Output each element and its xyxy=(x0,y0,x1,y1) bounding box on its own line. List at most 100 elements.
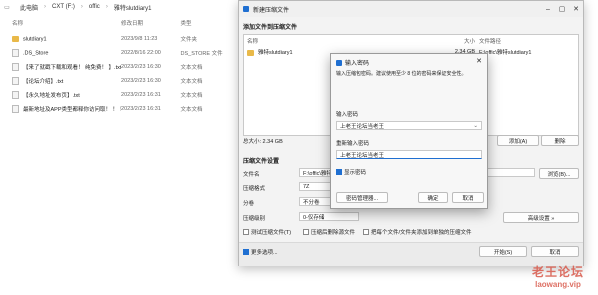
chevron-down-icon[interactable]: ⌄ xyxy=(473,123,478,129)
split-select[interactable]: 不分卷 xyxy=(299,197,333,206)
column-type[interactable]: 类型 xyxy=(181,19,240,29)
checkbox-label: 测试压缩文件(T) xyxy=(251,230,292,236)
file-row[interactable]: 最新地址及APP类型都释你访问取！ ！ ！ 2023/2/23 16:31 文本文档 xyxy=(0,103,240,115)
file-name: slutdiary1 xyxy=(23,36,47,43)
file-row[interactable]: .DS_Store 2022/8/16 22:00 DS_STORE 文件 xyxy=(0,47,240,59)
file-date: 2023/2/23 16:31 xyxy=(121,92,161,98)
file-list-header: 名称 修改日期 类型 xyxy=(0,19,240,29)
monitor-icon: ▭ xyxy=(4,4,10,11)
file-icon xyxy=(12,105,19,114)
checkbox-label: 压缩后删除源文件 xyxy=(311,230,356,236)
file-type: 文本文档 xyxy=(180,65,203,71)
minimize-icon[interactable]: – xyxy=(541,6,555,13)
list-header-name: 名称 xyxy=(247,39,259,45)
delete-button[interactable]: 删除 xyxy=(541,135,579,146)
archive-title-bar: 新建压缩文件 – ▢ ✕ xyxy=(239,1,583,17)
start-button[interactable]: 开始(S) xyxy=(479,246,527,257)
folder-icon xyxy=(12,35,19,42)
file-type: 文件夹 xyxy=(180,37,198,43)
list-header-path: 文件路径 xyxy=(479,39,502,45)
delete-source-checkbox[interactable]: 压缩后删除源文件 xyxy=(303,228,355,236)
total-size: 总大小: 2.34 GB xyxy=(243,139,283,145)
checkbox-box xyxy=(336,169,342,175)
file-row[interactable]: 【永久地址发布页】.txt 2023/2/23 16:31 文本文档 xyxy=(0,89,240,101)
show-password-checkbox[interactable]: 显示密码 xyxy=(336,168,366,176)
folder-icon xyxy=(247,49,254,56)
advanced-settings-button[interactable]: 高级设置 » xyxy=(503,212,579,223)
list-header-size: 大小 xyxy=(463,39,475,45)
app-icon xyxy=(336,59,342,66)
checkbox-box xyxy=(243,249,249,255)
file-date: 2023/2/23 16:30 xyxy=(121,78,161,84)
watermark-url: laowang.vip xyxy=(535,280,581,289)
split-label: 分卷 xyxy=(243,201,255,207)
password-manager-button[interactable]: 密码管理器... xyxy=(336,192,388,203)
file-icon xyxy=(12,63,19,72)
checkbox-label: 把每个文件/文件夹添加到单独的压缩文件 xyxy=(371,230,472,236)
password-cancel-button[interactable]: 取消 xyxy=(452,192,484,203)
breadcrumb-this-pc[interactable]: 此电脑 xyxy=(20,3,38,12)
chevron-right-icon: › xyxy=(80,4,83,10)
archive-cancel-button[interactable]: 取消 xyxy=(531,246,579,257)
password-dialog: 输入密码 ✕ 输入压缩包密码。建议使用至少 8 位的密码来保证安全性。 输入密码… xyxy=(330,53,488,209)
level-select[interactable]: 0-仅存储 xyxy=(299,212,359,221)
file-name: 【论坛介绍】.txt xyxy=(23,78,64,85)
column-name[interactable]: 名称 xyxy=(0,19,121,29)
level-label: 压缩级别 xyxy=(243,216,266,222)
file-row[interactable]: 【来了就戳下载和观看！ 纯免费！ 】.txt 2023/2/23 16:30 文本文… xyxy=(0,61,240,73)
file-icon xyxy=(12,49,19,57)
file-row[interactable]: 【论坛介绍】.txt 2023/2/23 16:30 文本文档 xyxy=(0,75,240,87)
close-icon[interactable]: ✕ xyxy=(569,5,583,13)
file-date: 2023/2/23 16:31 xyxy=(121,106,161,112)
file-name: .DS_Store xyxy=(23,50,49,57)
maximize-icon[interactable]: ▢ xyxy=(555,5,569,13)
column-date[interactable]: 修改日期 xyxy=(121,19,180,29)
archive-title: 新建压缩文件 xyxy=(253,7,290,14)
close-icon[interactable]: ✕ xyxy=(476,57,482,65)
password-title-bar: 输入密码 xyxy=(336,58,369,67)
file-type: 文本文档 xyxy=(180,79,203,85)
file-name: 【来了就戳下载和观看！ 纯免费！ 】.txt xyxy=(23,64,122,71)
file-icon xyxy=(12,77,19,86)
breadcrumb-current[interactable]: 雅特slutdiary1 xyxy=(114,3,152,12)
enter-password-input[interactable]: 上老王论坛当老王 ⌄ xyxy=(336,121,482,130)
separate-archives-checkbox[interactable]: 把每个文件/文件夹添加到单独的压缩文件 xyxy=(363,228,472,236)
settings-heading: 压缩文件设置 xyxy=(243,159,280,165)
file-icon xyxy=(12,91,19,100)
file-type: 文本文档 xyxy=(180,107,203,113)
browse-button[interactable]: 浏览(B)... xyxy=(539,168,579,179)
app-icon xyxy=(243,6,249,12)
ok-button[interactable]: 确定 xyxy=(418,192,448,203)
file-date: 2023/9/8 11:23 xyxy=(121,36,158,42)
format-select[interactable]: 7Z xyxy=(299,182,333,191)
file-type: 文本文档 xyxy=(180,93,203,99)
checkbox-label: 更多选项... xyxy=(251,250,278,256)
file-name: 最新地址及APP类型都释你访问取！ ！ ！ xyxy=(23,106,122,113)
breadcrumb-drive[interactable]: CXT (F:) xyxy=(52,4,75,10)
test-archive-checkbox[interactable]: 测试压缩文件(T) xyxy=(243,228,291,236)
add-button[interactable]: 添加(A) xyxy=(497,135,539,146)
file-date: 2023/2/23 16:30 xyxy=(121,64,161,70)
add-files-heading: 添加文件到压缩文件 xyxy=(243,25,298,31)
file-date: 2022/8/16 22:00 xyxy=(121,50,161,56)
checkbox-box xyxy=(363,229,369,235)
chevron-right-icon: › xyxy=(105,4,108,10)
breadcrumb-offic[interactable]: offic xyxy=(89,4,100,10)
file-type: DS_STORE 文件 xyxy=(180,51,223,57)
watermark-title: 老王论坛 xyxy=(531,265,584,279)
checkbox-box xyxy=(243,229,249,235)
filename-label: 文件名 xyxy=(243,172,260,178)
password-title: 输入密码 xyxy=(345,61,370,67)
site-watermark: 老王论坛 laowang.vip xyxy=(532,263,584,289)
reenter-password-label: 重新输入密码 xyxy=(336,141,370,147)
checkbox-box xyxy=(303,229,309,235)
format-label: 压缩格式 xyxy=(243,186,266,192)
reenter-password-input[interactable]: 上老王论坛当老王 xyxy=(336,150,482,159)
password-hint: 输入压缩包密码。建议使用至少 8 位的密码来保证安全性。 xyxy=(336,71,467,77)
enter-password-label: 输入密码 xyxy=(336,112,359,118)
enter-password-value: 上老王论坛当老王 xyxy=(340,123,385,130)
checkbox-label: 显示密码 xyxy=(344,170,367,176)
file-row[interactable]: slutdiary1 2023/9/8 11:23 文件夹 xyxy=(0,33,240,45)
chevron-right-icon: › xyxy=(44,4,47,10)
more-options-checkbox[interactable]: 更多选项... xyxy=(243,248,278,256)
